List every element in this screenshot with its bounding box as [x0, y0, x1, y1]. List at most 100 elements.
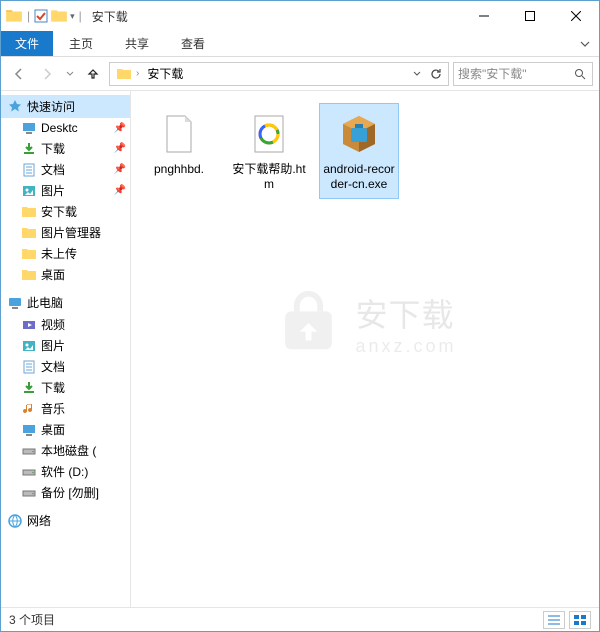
watermark: 安下载 anxz.com	[273, 288, 456, 358]
file-type-icon	[245, 110, 293, 158]
drive-icon	[21, 443, 37, 459]
sidebar-item[interactable]: 下载	[1, 377, 130, 398]
breadcrumb-item[interactable]: 安下载	[143, 65, 187, 82]
ribbon-tab-view[interactable]: 查看	[165, 31, 221, 56]
view-icons-button[interactable]	[569, 611, 591, 629]
sidebar-item-label: 下载	[41, 379, 65, 396]
sidebar-item-label: 图片管理器	[41, 224, 101, 241]
explorer-body: 快速访问 Desktc📌下载📌文档📌图片📌安下载图片管理器未上传桌面 此电脑 视…	[1, 91, 599, 607]
file-name-label: 安下载帮助.htm	[232, 162, 306, 192]
pin-icon: 📌	[114, 164, 126, 175]
sidebar-item-label: 备份 [勿删]	[41, 484, 99, 501]
sidebar-quick-access-header[interactable]: 快速访问	[1, 95, 130, 118]
sidebar-item[interactable]: 文档 📌	[1, 159, 130, 180]
sidebar-item[interactable]: 本地磁盘 (	[1, 440, 130, 461]
chevron-down-icon[interactable]	[408, 62, 426, 86]
maximize-button[interactable]	[507, 1, 553, 31]
sidebar-item[interactable]: 图片管理器	[1, 222, 130, 243]
status-item-count: 3 个项目	[9, 611, 55, 628]
sidebar-item-label: 桌面	[41, 266, 65, 283]
refresh-button[interactable]	[426, 62, 446, 86]
drive-icon	[21, 464, 37, 480]
file-name-label: pnghhbd.	[154, 162, 204, 177]
ribbon-file-tab[interactable]: 文件	[1, 31, 53, 56]
picture-icon	[21, 338, 37, 354]
file-type-icon	[155, 110, 203, 158]
download-icon	[21, 380, 37, 396]
sidebar-network-header[interactable]: 网络	[1, 509, 130, 532]
video-icon	[21, 317, 37, 333]
navigation-pane[interactable]: 快速访问 Desktc📌下载📌文档📌图片📌安下载图片管理器未上传桌面 此电脑 视…	[1, 91, 131, 607]
ribbon-tab-share[interactable]: 共享	[109, 31, 165, 56]
minimize-button[interactable]	[461, 1, 507, 31]
sidebar-item-label: 本地磁盘 (	[41, 442, 96, 459]
folder-icon	[21, 204, 37, 220]
sidebar-item[interactable]: 图片	[1, 335, 130, 356]
drive-icon	[21, 485, 37, 501]
quick-access-toolbar: | ▾ |	[5, 7, 84, 25]
sidebar-item-label: 文档	[41, 358, 65, 375]
folder-icon[interactable]	[50, 7, 68, 25]
chevron-right-icon: ›	[136, 68, 139, 79]
ribbon-tabs: 文件 主页 共享 查看	[1, 31, 599, 57]
dropdown-icon[interactable]: ▾	[70, 11, 75, 22]
network-icon	[7, 513, 23, 529]
file-type-icon	[335, 110, 383, 158]
sidebar-item-label: 图片	[41, 182, 65, 199]
search-box[interactable]: 搜索"安下载"	[453, 62, 593, 86]
picture-icon	[21, 183, 37, 199]
nav-toolbar: › 安下载 搜索"安下载"	[1, 57, 599, 91]
sidebar-item[interactable]: 桌面	[1, 419, 130, 440]
forward-button[interactable]	[35, 62, 59, 86]
music-icon	[21, 401, 37, 417]
ribbon-tab-home[interactable]: 主页	[53, 31, 109, 56]
sidebar-item[interactable]: 图片 📌	[1, 180, 130, 201]
download-icon	[21, 141, 37, 157]
checkbox-icon[interactable]	[34, 9, 48, 23]
sidebar-item-label: 文档	[41, 161, 65, 178]
desktop-icon	[21, 422, 37, 438]
breadcrumb-root[interactable]: ›	[112, 66, 143, 82]
recent-dropdown[interactable]	[63, 62, 77, 86]
sidebar-item-label: 图片	[41, 337, 65, 354]
breadcrumb-label: 安下载	[147, 65, 183, 82]
doc-icon	[21, 359, 37, 375]
file-view[interactable]: pnghhbd. 安下载帮助.htm android-recorder-cn.exe…	[131, 91, 599, 607]
address-bar[interactable]: › 安下载	[109, 62, 449, 86]
sidebar-item-label: 桌面	[41, 421, 65, 438]
sidebar-group-this-pc: 此电脑 视频图片文档下载音乐桌面本地磁盘 ( 软件 (D:) 备份 [勿删]	[1, 291, 130, 503]
folder-icon	[21, 267, 37, 283]
sidebar-label: 网络	[27, 512, 51, 529]
sidebar-item[interactable]: 下载📌	[1, 138, 130, 159]
file-item[interactable]: 安下载帮助.htm	[229, 103, 309, 199]
ribbon-expand-button[interactable]	[571, 31, 599, 56]
sidebar-item-label: 安下载	[41, 203, 77, 220]
sidebar-item-label: 视频	[41, 316, 65, 333]
sidebar-item[interactable]: Desktc📌	[1, 118, 130, 138]
up-button[interactable]	[81, 62, 105, 86]
file-item[interactable]: pnghhbd.	[139, 103, 219, 199]
separator: |	[79, 9, 82, 23]
sidebar-item[interactable]: 文档	[1, 356, 130, 377]
pin-icon: 📌	[114, 123, 126, 134]
sidebar-this-pc-header[interactable]: 此电脑	[1, 291, 130, 314]
sidebar-item-label: 软件 (D:)	[41, 463, 88, 480]
sidebar-item[interactable]: 视频	[1, 314, 130, 335]
view-details-button[interactable]	[543, 611, 565, 629]
search-placeholder: 搜索"安下载"	[458, 65, 527, 82]
separator: |	[27, 9, 30, 23]
pin-icon: 📌	[114, 185, 126, 196]
doc-icon	[21, 162, 37, 178]
sidebar-item[interactable]: 桌面	[1, 264, 130, 285]
close-button[interactable]	[553, 1, 599, 31]
sidebar-item[interactable]: 安下载	[1, 201, 130, 222]
watermark-sub: anxz.com	[355, 336, 456, 357]
sidebar-item[interactable]: 未上传	[1, 243, 130, 264]
sidebar-item-label: 下载	[41, 140, 65, 157]
sidebar-item[interactable]: 备份 [勿删]	[1, 482, 130, 503]
sidebar-item[interactable]: 软件 (D:)	[1, 461, 130, 482]
file-item[interactable]: android-recorder-cn.exe	[319, 103, 399, 199]
back-button[interactable]	[7, 62, 31, 86]
folder-icon	[21, 246, 37, 262]
sidebar-item[interactable]: 音乐	[1, 398, 130, 419]
